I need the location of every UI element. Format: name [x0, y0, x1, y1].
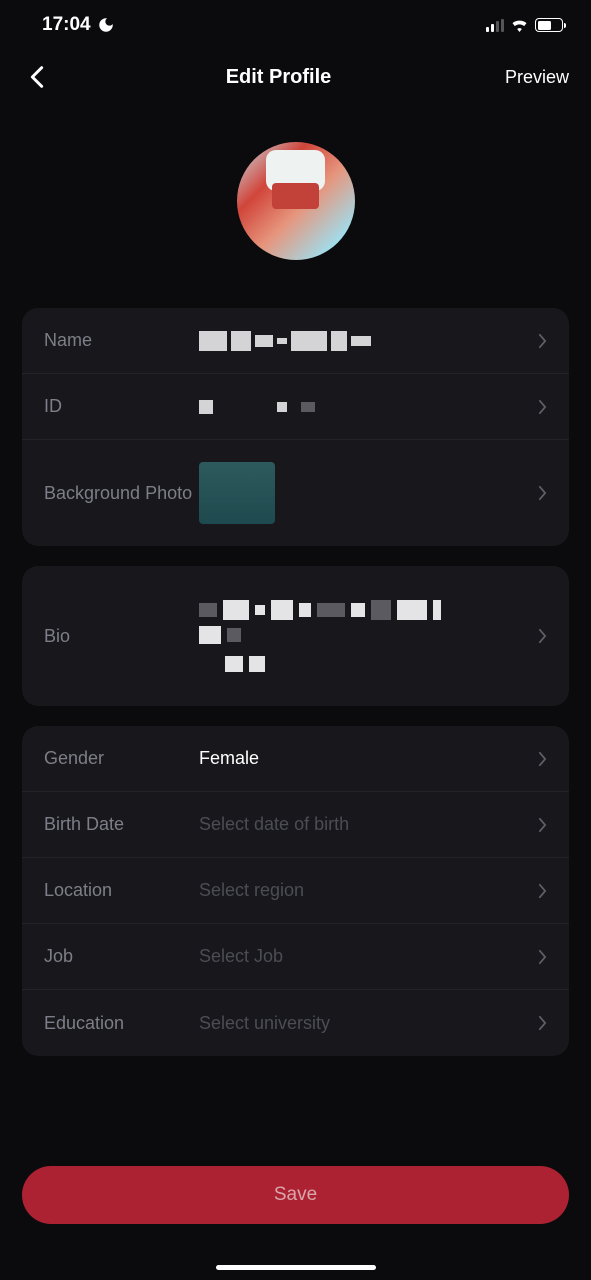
gender-label: Gender: [44, 748, 199, 769]
birth-date-label: Birth Date: [44, 814, 199, 835]
battery-icon: [535, 18, 563, 32]
do-not-disturb-icon: [97, 16, 115, 34]
job-value: Select Job: [199, 946, 528, 967]
name-row[interactable]: Name: [22, 308, 569, 374]
location-label: Location: [44, 880, 199, 901]
save-button[interactable]: Save: [22, 1166, 569, 1224]
location-row[interactable]: Location Select region: [22, 858, 569, 924]
id-label: ID: [44, 396, 199, 417]
status-right: [486, 18, 563, 32]
id-value: [199, 400, 528, 414]
status-time-area: 17:04: [42, 14, 115, 36]
name-value: [199, 331, 528, 351]
education-value: Select university: [199, 1013, 528, 1034]
identity-card: Name ID: [22, 308, 569, 546]
education-row[interactable]: Education Select university: [22, 990, 569, 1056]
profile-avatar[interactable]: [237, 142, 355, 260]
background-photo-value: [199, 462, 528, 524]
status-bar: 17:04: [0, 0, 591, 44]
chevron-right-icon: [538, 485, 547, 501]
bio-row[interactable]: Bio: [22, 566, 569, 706]
background-photo-thumbnail: [199, 462, 275, 524]
preview-button[interactable]: Preview: [505, 67, 569, 88]
birth-date-row[interactable]: Birth Date Select date of birth: [22, 792, 569, 858]
location-value: Select region: [199, 880, 528, 901]
chevron-right-icon: [538, 333, 547, 349]
save-button-label: Save: [274, 1184, 317, 1206]
birth-date-value: Select date of birth: [199, 814, 528, 835]
gender-value: Female: [199, 748, 528, 769]
gender-row[interactable]: Gender Female: [22, 726, 569, 792]
id-row[interactable]: ID: [22, 374, 569, 440]
background-photo-row[interactable]: Background Photo: [22, 440, 569, 546]
education-label: Education: [44, 1013, 199, 1034]
wifi-icon: [510, 18, 529, 32]
bio-label: Bio: [44, 626, 199, 647]
cellular-signal-icon: [486, 19, 504, 32]
name-label: Name: [44, 330, 199, 351]
nav-bar: Edit Profile Preview: [0, 44, 591, 104]
chevron-right-icon: [538, 399, 547, 415]
job-label: Job: [44, 946, 199, 967]
chevron-right-icon: [538, 883, 547, 899]
background-photo-label: Background Photo: [44, 483, 199, 504]
chevron-right-icon: [538, 751, 547, 767]
chevron-right-icon: [538, 817, 547, 833]
page-title: Edit Profile: [226, 66, 332, 89]
details-card: Gender Female Birth Date Select date of …: [22, 726, 569, 1056]
chevron-right-icon: [538, 1015, 547, 1031]
job-row[interactable]: Job Select Job: [22, 924, 569, 990]
status-time: 17:04: [42, 14, 91, 36]
home-indicator[interactable]: [216, 1265, 376, 1270]
bio-card: Bio: [22, 566, 569, 706]
avatar-section: [0, 104, 591, 308]
chevron-right-icon: [538, 949, 547, 965]
bio-value: [199, 600, 528, 672]
chevron-right-icon: [538, 628, 547, 644]
back-button[interactable]: [22, 62, 52, 92]
